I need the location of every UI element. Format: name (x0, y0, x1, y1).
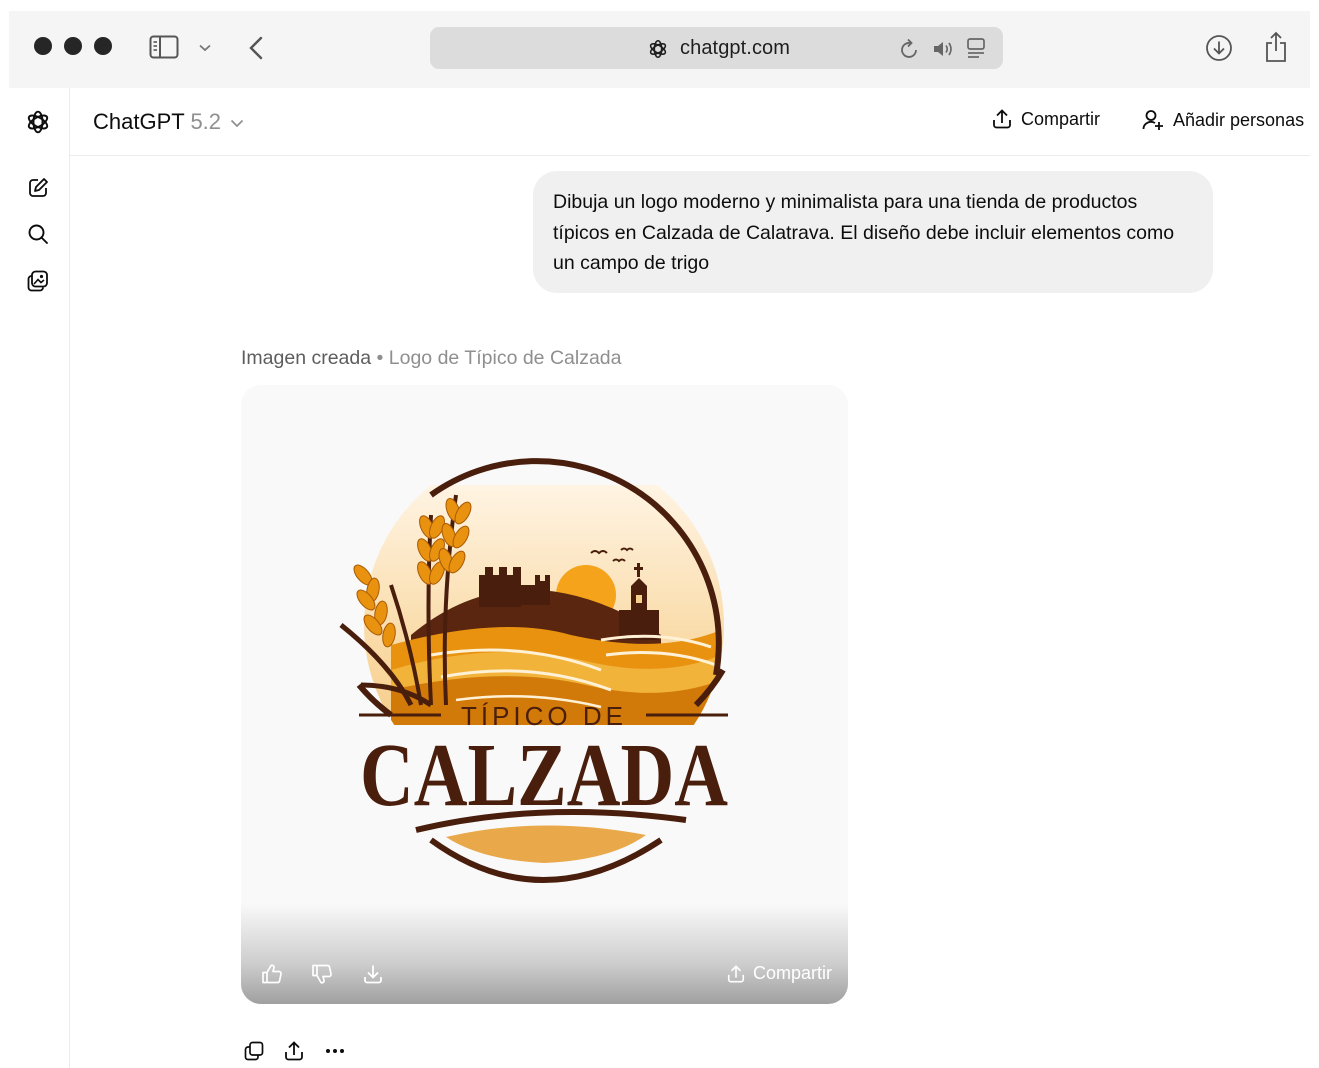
openai-logo-icon[interactable] (25, 109, 51, 135)
add-people-button[interactable]: Añadir personas (1141, 108, 1304, 132)
download-icon[interactable] (1205, 34, 1233, 62)
image-overlay (241, 904, 848, 1004)
share-button-label: Compartir (1021, 108, 1101, 129)
thumbs-up-icon[interactable] (260, 962, 284, 986)
model-selector[interactable]: ChatGPT 5.2 (93, 109, 244, 136)
speaker-icon[interactable] (930, 37, 956, 61)
site-icon (646, 37, 670, 61)
model-name: ChatGPT (93, 109, 185, 134)
reader-icon[interactable] (964, 36, 988, 62)
copy-icon[interactable] (242, 1039, 266, 1063)
generated-image[interactable]: TÍPICO DE CALZADA Compartir (241, 385, 848, 1004)
image-caption-separator: • (376, 347, 384, 369)
back-icon[interactable] (244, 34, 268, 62)
thumbs-down-icon[interactable] (310, 962, 334, 986)
share-icon (726, 964, 746, 984)
sidebar-toggle-icon[interactable] (148, 34, 180, 60)
share-icon (991, 108, 1013, 130)
image-share-button[interactable]: Compartir (726, 963, 832, 984)
chat-header: ChatGPT 5.2 Compartir Añadir personas (70, 88, 1310, 156)
more-icon[interactable] (323, 1039, 347, 1063)
user-message: Dibuja un logo moderno y minimalista par… (533, 171, 1213, 293)
chevron-down-icon (230, 108, 244, 134)
share-button[interactable]: Compartir (991, 108, 1100, 130)
chevron-down-icon[interactable] (197, 40, 213, 56)
window-minimize-button[interactable] (64, 37, 82, 55)
image-share-label: Compartir (752, 963, 832, 983)
window-close-button[interactable] (34, 37, 52, 55)
download-icon[interactable] (361, 962, 385, 986)
add-people-label: Añadir personas (1173, 109, 1305, 130)
image-caption: Imagen creada • Logo de Típico de Calzad… (241, 347, 622, 370)
url-text[interactable]: chatgpt.com (680, 37, 790, 60)
library-icon[interactable] (25, 268, 51, 294)
model-version: 5.2 (190, 109, 222, 134)
new-chat-icon[interactable] (25, 175, 51, 201)
reload-icon[interactable] (898, 37, 922, 61)
image-caption-title: Logo de Típico de Calzada (388, 347, 622, 369)
search-icon[interactable] (25, 221, 51, 247)
share-icon[interactable] (282, 1039, 306, 1063)
add-person-icon (1141, 108, 1165, 132)
share-icon[interactable] (1262, 30, 1290, 64)
window-maximize-button[interactable] (94, 37, 112, 55)
image-caption-label: Imagen creada (241, 347, 372, 369)
